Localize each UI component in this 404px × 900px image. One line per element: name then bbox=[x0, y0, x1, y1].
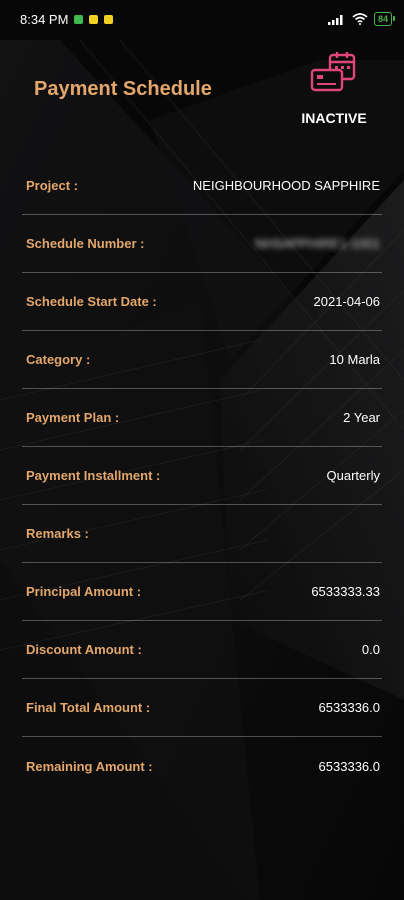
detail-label: Remarks : bbox=[26, 526, 89, 541]
notification-icon bbox=[89, 14, 99, 24]
detail-row: Schedule Start Date : 2021-04-06 bbox=[22, 273, 382, 331]
detail-value: 0.0 bbox=[361, 642, 380, 657]
detail-label: Payment Plan : bbox=[26, 410, 120, 425]
detail-label: Payment Installment : bbox=[26, 468, 161, 483]
detail-row: Schedule Number : NHSAPPHIRE1-1001 bbox=[22, 215, 382, 273]
detail-row: Final Total Amount : 6533336.0 bbox=[22, 679, 382, 737]
signal-icon bbox=[327, 15, 343, 25]
status-right: 84 bbox=[327, 12, 396, 26]
detail-label: Project : bbox=[26, 178, 79, 193]
wifi-icon bbox=[352, 13, 368, 25]
detail-row: Payment Installment : Quarterly bbox=[22, 447, 382, 505]
detail-label: Category : bbox=[26, 352, 91, 367]
clock: 8:34 PM bbox=[20, 11, 69, 27]
detail-label: Schedule Number : bbox=[26, 236, 145, 251]
header: Payment Schedule INACTIVE bbox=[0, 40, 404, 140]
detail-value: 10 Marla bbox=[329, 352, 380, 367]
detail-row: Remarks : bbox=[22, 505, 382, 563]
detail-row: Remaining Amount : 6533336.0 bbox=[22, 737, 382, 795]
detail-row: Principal Amount : 6533333.33 bbox=[22, 563, 382, 621]
detail-row: Discount Amount : 0.0 bbox=[22, 621, 382, 679]
detail-value: Quarterly bbox=[326, 468, 380, 483]
page-title: Payment Schedule bbox=[34, 78, 212, 100]
notification-icon bbox=[104, 14, 114, 24]
status-left: 8:34 PM bbox=[20, 11, 114, 27]
detail-label: Discount Amount : bbox=[26, 642, 142, 657]
detail-value: 6533333.33 bbox=[311, 584, 380, 599]
detail-label: Final Total Amount : bbox=[26, 700, 151, 715]
status-bar: 8:34 PM 84 bbox=[0, 0, 404, 38]
detail-value: 2021-04-06 bbox=[313, 294, 381, 309]
detail-row: Category : 10 Marla bbox=[22, 331, 382, 389]
payment-details-list: Project : NEIGHBOURHOOD SAPPHIRE Schedule … bbox=[22, 157, 382, 795]
detail-label: Schedule Start Date : bbox=[26, 294, 157, 309]
status-badge: INACTIVE bbox=[301, 110, 367, 126]
detail-value: 6533336.0 bbox=[318, 700, 380, 715]
detail-row: Payment Plan : 2 Year bbox=[22, 389, 382, 447]
detail-value: 6533336.0 bbox=[318, 758, 380, 774]
detail-row: Project : NEIGHBOURHOOD SAPPHIRE bbox=[22, 157, 382, 215]
detail-label: Principal Amount : bbox=[26, 584, 142, 599]
detail-label: Remaining Amount : bbox=[26, 758, 153, 774]
detail-value: 2 Year bbox=[343, 410, 380, 425]
detail-value: NEIGHBOURHOOD SAPPHIRE bbox=[192, 178, 380, 193]
detail-value: NHSAPPHIRE1-1001 bbox=[255, 236, 380, 251]
payment-calendar-icon bbox=[310, 52, 356, 92]
battery-icon: 84 bbox=[373, 12, 396, 26]
notification-icon bbox=[74, 14, 84, 24]
